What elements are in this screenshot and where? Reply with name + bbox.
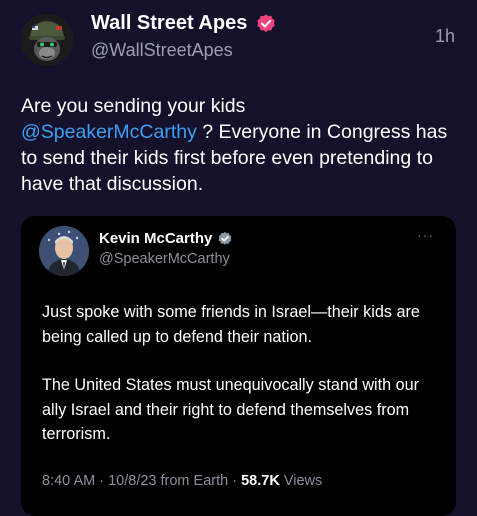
- author-name-row: Wall Street Apes: [91, 12, 277, 35]
- quoted-tweet-text: Just spoke with some friends in Israel—t…: [42, 300, 442, 471]
- quoted-paragraph-1: Just spoke with some friends in Israel—t…: [42, 303, 420, 346]
- quoted-source: from Earth: [160, 473, 229, 489]
- verified-badge-icon[interactable]: [255, 13, 277, 35]
- post-timestamp[interactable]: 1h: [435, 26, 455, 47]
- post-text: Are you sending your kids @SpeakerMcCart…: [21, 93, 461, 197]
- views-count[interactable]: 58.7K: [241, 473, 280, 489]
- quoted-tweet-card[interactable]: Kevin McCarthy @SpeakerMcCarthy ··· Just…: [21, 216, 456, 516]
- more-options-icon[interactable]: ···: [417, 228, 434, 242]
- quoted-author-display-name[interactable]: Kevin McCarthy: [99, 230, 212, 247]
- portrait-avatar-icon: [39, 226, 89, 276]
- author-display-name[interactable]: Wall Street Apes: [91, 12, 247, 35]
- post: Wall Street Apes @WallStreetApes 1h Are …: [0, 0, 477, 516]
- ape-avatar[interactable]: [21, 14, 73, 66]
- ape-soldier-avatar-icon: [21, 14, 73, 66]
- mention-link[interactable]: @SpeakerMcCarthy: [21, 121, 197, 143]
- author-handle[interactable]: @WallStreetApes: [91, 40, 233, 61]
- quoted-time[interactable]: 8:40 AM: [42, 473, 95, 489]
- quoted-tweet-meta: 8:40 AM · 10/8/23 from Earth · 58.7K Vie…: [42, 473, 322, 489]
- quoted-author-name-row: Kevin McCarthy: [99, 230, 233, 247]
- quoted-paragraph-2: The United States must unequivocally sta…: [42, 376, 420, 443]
- views-label: Views: [283, 473, 323, 489]
- meta-separator: ·: [95, 473, 109, 489]
- quoted-date[interactable]: 10/8/23: [108, 473, 156, 489]
- gray-verified-badge-icon[interactable]: [217, 231, 233, 247]
- quoted-author-handle[interactable]: @SpeakerMcCarthy: [99, 251, 230, 267]
- post-text-start: Are you sending your kids: [21, 95, 246, 117]
- meta-separator-2: ·: [228, 473, 242, 489]
- quoted-author-avatar[interactable]: [39, 226, 89, 276]
